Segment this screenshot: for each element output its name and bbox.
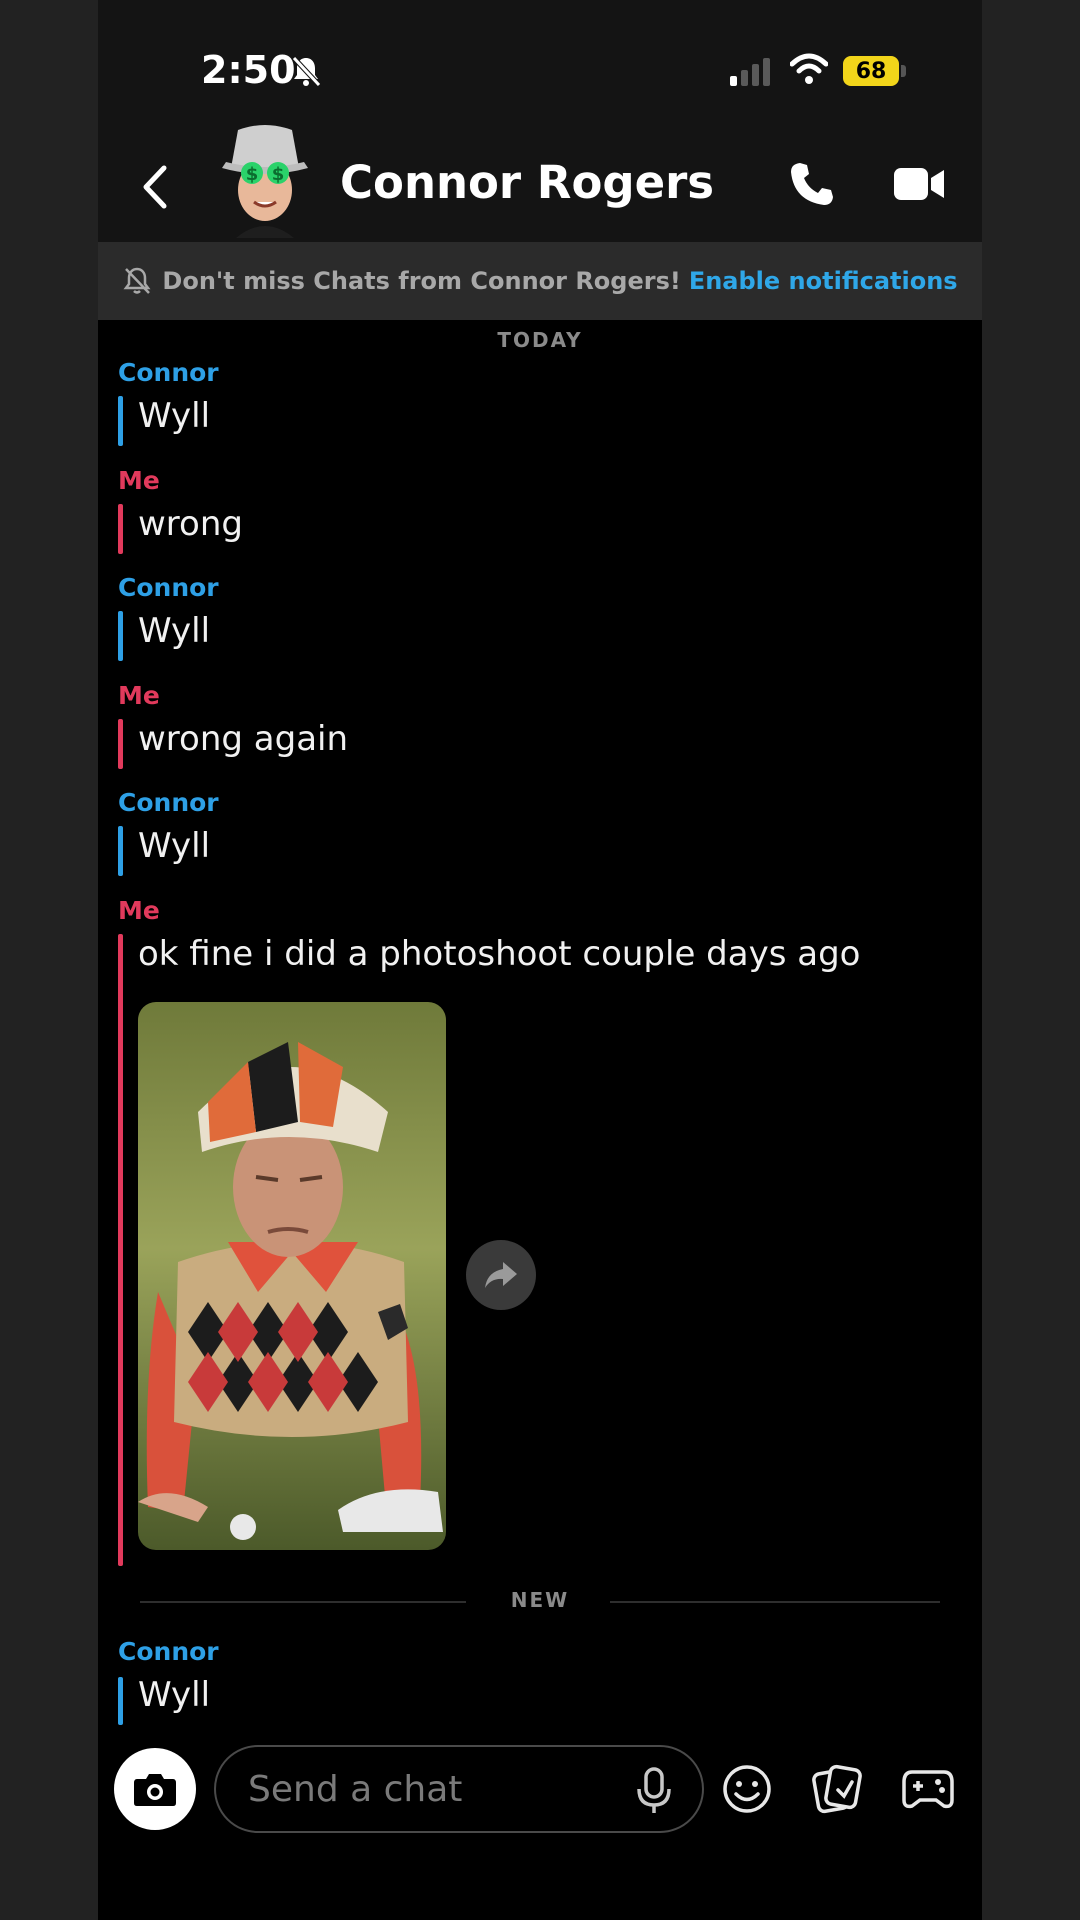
message-text[interactable]: Wyll xyxy=(138,826,210,866)
sender-name: Connor xyxy=(118,1637,219,1666)
phone-icon[interactable] xyxy=(788,160,836,208)
bell-off-icon xyxy=(123,267,151,294)
message-group: Me ok fine i did a photoshoot couple day… xyxy=(118,896,860,1566)
sender-name: Connor xyxy=(118,788,219,817)
svg-text:$: $ xyxy=(246,164,259,185)
microphone-icon[interactable] xyxy=(634,1767,674,1815)
battery-tip xyxy=(901,65,906,77)
new-label: NEW xyxy=(510,1588,570,1612)
message-group: Connor Wyll xyxy=(118,788,219,876)
contact-name[interactable]: Connor Rogers xyxy=(340,156,714,209)
game-controller-icon[interactable] xyxy=(902,1766,954,1812)
share-arrow-icon xyxy=(485,1262,517,1288)
sender-name: Me xyxy=(118,466,160,495)
message-text[interactable]: Wyll xyxy=(138,1675,210,1715)
video-camera-icon[interactable] xyxy=(894,166,946,202)
message-text[interactable]: Wyll xyxy=(138,611,210,651)
message-group: Connor Wyll xyxy=(118,1637,219,1725)
chat-input-field[interactable]: Send a chat xyxy=(214,1745,704,1833)
status-bar: 2:50 68 xyxy=(98,0,982,110)
phone-screen: 2:50 68 $ $ Connor Rogers Don't miss Cha… xyxy=(98,0,982,1920)
message-text[interactable]: wrong again xyxy=(138,719,348,759)
svg-text:$: $ xyxy=(272,164,285,185)
message-text[interactable]: Wyll xyxy=(138,396,210,436)
camera-icon xyxy=(134,1774,176,1806)
message-group: Me wrong xyxy=(118,466,243,554)
message-group: Connor Wyll xyxy=(118,358,219,446)
wifi-icon xyxy=(790,53,828,84)
golfer-photo xyxy=(138,1002,446,1550)
chat-input-placeholder: Send a chat xyxy=(248,1769,463,1810)
avatar[interactable]: $ $ xyxy=(216,118,314,242)
signal-icon xyxy=(730,58,770,86)
battery-indicator: 68 xyxy=(843,56,899,86)
message-bar xyxy=(118,1677,123,1725)
share-button[interactable] xyxy=(466,1240,536,1310)
enable-notifications-link[interactable]: Enable notifications xyxy=(689,267,958,295)
sender-name: Me xyxy=(118,681,160,710)
emoji-icon[interactable] xyxy=(722,1764,772,1814)
message-bar xyxy=(118,934,123,1566)
message-group: Connor Wyll xyxy=(118,573,219,661)
sender-name: Me xyxy=(118,896,160,925)
camera-button[interactable] xyxy=(114,1748,196,1830)
chat-input-bar: Send a chat xyxy=(98,1728,982,1920)
photo-attachment[interactable] xyxy=(138,1002,446,1550)
notification-banner: Don't miss Chats from Connor Rogers! Ena… xyxy=(98,242,982,320)
message-bar xyxy=(118,826,123,876)
back-chevron-icon[interactable] xyxy=(136,162,176,212)
status-time: 2:50 xyxy=(201,48,296,92)
sender-name: Connor xyxy=(118,573,219,602)
message-bar xyxy=(118,611,123,661)
message-bar xyxy=(118,504,123,554)
day-separator: TODAY xyxy=(497,328,583,352)
message-bar xyxy=(118,719,123,769)
left-margin xyxy=(0,0,98,1920)
message-group: Me wrong again xyxy=(118,681,348,769)
message-bar xyxy=(118,396,123,446)
notification-text: Don't miss Chats from Connor Rogers! xyxy=(162,267,681,295)
sender-name: Connor xyxy=(118,358,219,387)
message-text[interactable]: ok fine i did a photoshoot couple days a… xyxy=(138,934,860,974)
message-text[interactable]: wrong xyxy=(138,504,243,544)
new-messages-divider: NEW xyxy=(140,1582,940,1622)
sticker-icon[interactable] xyxy=(812,1764,862,1814)
bell-off-icon xyxy=(292,56,321,87)
right-margin xyxy=(982,0,1080,1920)
chat-header: 2:50 68 $ $ Connor Rogers xyxy=(98,0,982,242)
